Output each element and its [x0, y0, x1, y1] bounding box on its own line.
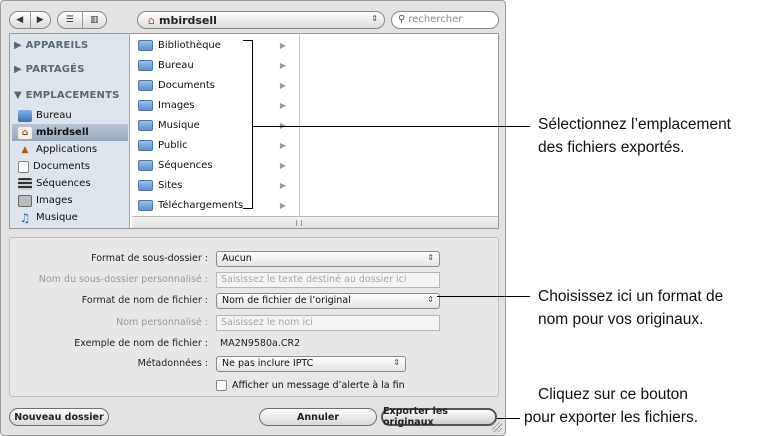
- resize-grip-icon[interactable]: [492, 422, 502, 432]
- column-resize-handle[interactable]: [296, 220, 302, 226]
- custom-name-label: Nom personnalisé :: [116, 317, 208, 328]
- filename-format-popup[interactable]: Nom de fichier de l’original ⇕: [216, 293, 440, 309]
- folder-item-images[interactable]: Images ▶: [134, 96, 298, 114]
- folder-item-bibliotheque[interactable]: Bibliothèque ▶: [134, 36, 298, 54]
- export-options-panel: Format de sous-dossier : Aucun ⇕ Nom du s…: [9, 237, 499, 397]
- popup-arrows-icon: ⇕: [427, 253, 434, 262]
- custom-subfolder-label: Nom du sous-dossier personnalisé :: [38, 274, 208, 285]
- sidebar-item-mbirdsell[interactable]: ⌂ mbirdsell: [12, 124, 128, 141]
- view-buttons: ☰ ▥: [57, 11, 107, 29]
- home-icon: ⌂: [18, 126, 32, 139]
- callout-line-button: [497, 418, 520, 419]
- export-dialog: ◀ ▶ ☰ ▥ ⌂ mbirdsell ⇕ ⚲ rechercher ▶ APPAR…: [0, 0, 506, 436]
- disclosure-icon: ▶: [279, 160, 286, 170]
- film-icon: [18, 177, 32, 190]
- checkbox-box[interactable]: [216, 380, 227, 391]
- folder-icon: [138, 59, 153, 71]
- document-icon: [18, 160, 29, 173]
- toolbar: ◀ ▶ ☰ ▥ ⌂ mbirdsell ⇕ ⚲ rechercher: [9, 9, 499, 31]
- desktop-icon: [18, 109, 32, 122]
- folder-column: Bibliothèque ▶ Bureau ▶ Documents ▶ Images ▶…: [132, 34, 300, 228]
- metadata-popup[interactable]: Ne pas inclure IPTC ⇕: [216, 356, 406, 372]
- folder-item-telechargements[interactable]: Téléchargements ▶: [134, 196, 298, 214]
- metadata-label: Métadonnées :: [137, 358, 208, 369]
- bracket-vertical: [252, 40, 253, 209]
- filename-format-label: Format de nom de fichier :: [81, 295, 208, 306]
- folder-item-musique[interactable]: Musique ▶: [134, 116, 298, 134]
- folder-icon: [138, 119, 153, 131]
- search-icon: ⚲: [398, 14, 406, 25]
- annotation-export-button: Cliquez sur ce bouton pour exporter les …: [524, 386, 699, 426]
- column-view-button[interactable]: ▥: [83, 12, 107, 28]
- music-icon: ♫: [19, 210, 31, 225]
- sidebar-section-appareils[interactable]: ▶ APPAREILS: [14, 40, 88, 51]
- applications-icon: ▲: [21, 144, 29, 155]
- path-label: mbirdsell: [158, 14, 217, 27]
- custom-subfolder-field[interactable]: Saisissez le texte destiné au dossier ic…: [216, 272, 440, 288]
- home-icon: ⌂: [148, 14, 155, 27]
- folder-item-documents[interactable]: Documents ▶: [134, 76, 298, 94]
- folder-item-public[interactable]: Public ▶: [134, 136, 298, 154]
- popup-arrows-icon: ⇕: [427, 295, 434, 304]
- horizontal-scrollbar[interactable]: [132, 216, 498, 228]
- path-popup[interactable]: ⌂ mbirdsell ⇕: [137, 11, 385, 29]
- nav-buttons: ◀ ▶: [9, 11, 51, 29]
- folder-icon: [138, 79, 153, 91]
- folder-icon: [138, 159, 153, 171]
- disclosure-icon: ▶: [279, 140, 286, 150]
- alert-checkbox[interactable]: Afficher un message d’alerte à la fin: [216, 380, 405, 391]
- sidebar-item-bureau[interactable]: Bureau: [12, 107, 128, 124]
- folder-icon: [138, 199, 153, 211]
- folder-item-bureau[interactable]: Bureau ▶: [134, 56, 298, 74]
- sidebar-item-musique[interactable]: ♫ Musique: [12, 209, 128, 226]
- folder-item-sequences[interactable]: Séquences ▶: [134, 156, 298, 174]
- popup-arrows-icon: ⇕: [371, 14, 378, 23]
- bracket-bottom: [243, 208, 253, 209]
- annotation-format: Choisissez ici un format de nom pour vos…: [538, 288, 724, 328]
- search-placeholder: rechercher: [408, 14, 463, 25]
- search-field[interactable]: ⚲ rechercher: [391, 11, 499, 29]
- sidebar-item-applications[interactable]: ▲ Applications: [12, 141, 128, 158]
- file-browser: ▶ APPAREILS ▶ PARTAGÉS ▼ EMPLACEMENTS Bu…: [9, 33, 499, 229]
- callout-line-location: [252, 126, 530, 127]
- popup-arrows-icon: ⇕: [393, 358, 400, 367]
- empty-column: [301, 34, 498, 228]
- disclosure-icon: ▶: [279, 60, 286, 70]
- folder-icon: [138, 99, 153, 111]
- example-label: Exemple de nom de fichier :: [74, 338, 208, 349]
- cancel-button[interactable]: Annuler: [259, 408, 377, 426]
- folder-icon: [138, 39, 153, 51]
- folder-icon: [138, 139, 153, 151]
- disclosure-icon: ▶: [279, 100, 286, 110]
- sidebar: ▶ APPAREILS ▶ PARTAGÉS ▼ EMPLACEMENTS Bu…: [10, 34, 130, 228]
- disclosure-icon: ▶: [279, 180, 286, 190]
- example-value: MA2N9580a.CR2: [220, 338, 301, 349]
- folder-item-sites[interactable]: Sites ▶: [134, 176, 298, 194]
- list-view-button[interactable]: ☰: [58, 12, 83, 28]
- disclosure-icon: ▶: [279, 200, 286, 210]
- sidebar-item-documents[interactable]: Documents: [12, 158, 128, 175]
- disclosure-icon: ▶: [279, 40, 286, 50]
- sidebar-section-partages[interactable]: ▶ PARTAGÉS: [14, 64, 85, 75]
- callout-line-format: [437, 296, 530, 297]
- export-originals-button[interactable]: Exporter les originaux: [381, 406, 497, 428]
- forward-button[interactable]: ▶: [31, 12, 51, 28]
- disclosure-icon: ▶: [279, 120, 286, 130]
- new-folder-button[interactable]: Nouveau dossier: [9, 408, 109, 426]
- disclosure-icon: ▶: [279, 80, 286, 90]
- subfolder-format-label: Format de sous-dossier :: [91, 253, 208, 264]
- sidebar-item-sequences[interactable]: Séquences: [12, 175, 128, 192]
- sidebar-section-emplacements[interactable]: ▼ EMPLACEMENTS: [14, 90, 120, 101]
- back-button[interactable]: ◀: [10, 12, 31, 28]
- folder-icon: [138, 179, 153, 191]
- annotation-location: Sélectionnez l’emplacement des fichiers …: [538, 116, 731, 156]
- camera-icon: [18, 194, 32, 207]
- sidebar-item-images[interactable]: Images: [12, 192, 128, 209]
- custom-name-field[interactable]: Saisissez le nom ici: [216, 315, 440, 331]
- subfolder-format-popup[interactable]: Aucun ⇕: [216, 251, 440, 267]
